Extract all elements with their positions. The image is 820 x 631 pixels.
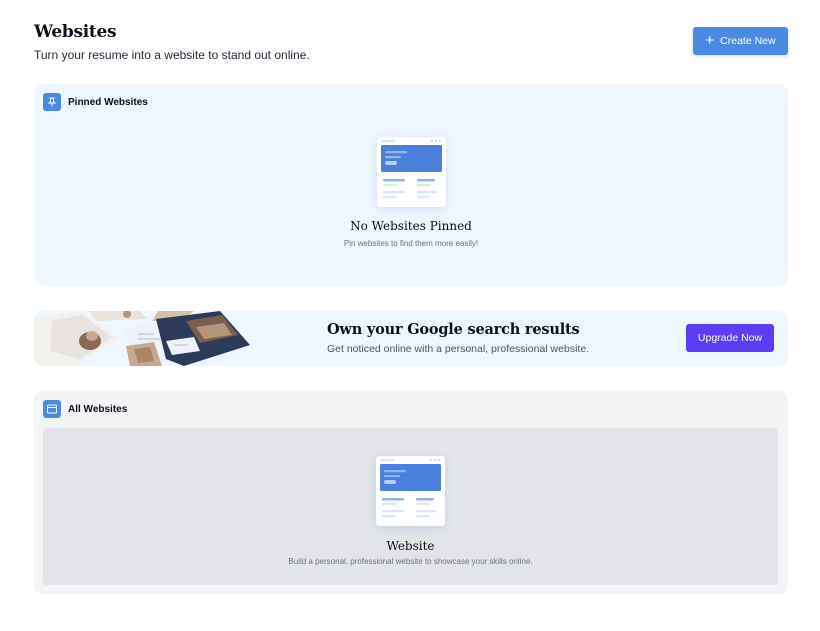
create-new-label: Create New [720, 35, 776, 47]
banner-title: Own your Google search results [327, 321, 580, 338]
page-subtitle: Turn your resume into a website to stand… [34, 48, 310, 62]
all-websites-title: All Websites [68, 403, 128, 415]
create-new-button[interactable]: + Create New [693, 27, 788, 55]
website-illustration [376, 137, 446, 207]
upgrade-banner: Own your Google search results Get notic… [34, 311, 788, 366]
all-empty-title: Website [386, 539, 435, 553]
pinned-websites-panel: Pinned Websites No Websites Pinned Pin w… [34, 84, 788, 286]
upgrade-now-button[interactable]: Upgrade Now [686, 324, 774, 352]
pin-icon [43, 93, 61, 111]
website-illustration [376, 456, 445, 526]
plus-icon: + [705, 32, 715, 49]
page-header: Websites Turn your resume into a website… [34, 22, 788, 62]
banner-desc: Get noticed online with a personal, prof… [327, 343, 590, 355]
page-title: Websites [34, 22, 117, 42]
browser-window-icon [43, 400, 61, 418]
create-website-card[interactable]: Website Build a personal, professional w… [43, 428, 778, 585]
pinned-empty-title: No Websites Pinned [350, 219, 472, 233]
pinned-websites-title: Pinned Websites [68, 96, 148, 108]
pinned-websites-header: Pinned Websites [43, 93, 148, 111]
all-empty-state: Website Build a personal, professional w… [43, 456, 778, 566]
all-websites-panel: All Websites Website Build a personal, p… [34, 391, 788, 594]
pinned-empty-state: No Websites Pinned Pin websites to find … [34, 137, 788, 248]
pinned-empty-desc: Pin websites to find them more easily! [343, 239, 479, 248]
all-empty-desc: Build a personal, professional website t… [288, 557, 533, 566]
website-previews-image [34, 311, 250, 366]
all-websites-header: All Websites [43, 400, 127, 418]
